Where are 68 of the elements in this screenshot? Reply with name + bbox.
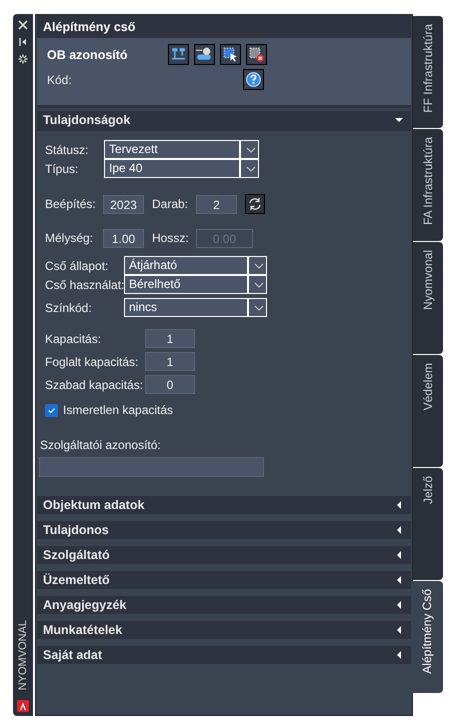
panel-title: Alépítmény cső [37,16,411,38]
section-header[interactable]: Tulajdonos [37,521,411,539]
ob-label: OB azonosító [47,48,129,62]
expand-arrow-icon[interactable] [395,501,403,509]
field-label: Típus: [45,162,80,176]
section-header[interactable]: Munkatételek [37,621,411,639]
expand-arrow-icon[interactable] [395,551,403,559]
chevron-down-icon[interactable] [246,146,256,152]
field-label: Státusz: [45,142,90,156]
side-tab[interactable]: Nyomvonal [413,242,443,354]
field-label: Cső állapot: [45,258,110,272]
close-icon[interactable] [18,20,28,30]
field-label: Beépítés: [45,197,97,211]
section-header[interactable]: Szolgáltató [37,546,411,564]
checkbox[interactable] [45,404,58,416]
clear-selection-icon[interactable] [246,44,267,65]
side-tab[interactable]: Alépítmény Cső [411,581,443,693]
number-field[interactable]: 2023 [103,194,144,214]
section-header[interactable]: Objektum adatok [37,496,411,514]
chevron-down-icon[interactable] [254,282,264,288]
section-header[interactable]: Saját adat [37,646,411,664]
number-field[interactable]: 2 [196,194,237,214]
chevron-down-icon[interactable] [254,304,264,310]
side-tab[interactable]: FF Infrastruktúra [413,16,443,128]
settings-icon[interactable] [18,54,28,64]
dropdown[interactable]: Ipe 40 [104,159,259,178]
field-label: Hossz: [151,231,190,245]
palette-title: NYOMVONAL [17,620,29,690]
field-label: Foglalt kapacitás: [45,354,140,368]
number-field[interactable]: 1.00 [103,228,144,248]
field-label: Szabad kapacitás: [45,378,144,392]
expand-arrow-icon[interactable] [395,626,403,634]
pin-icon[interactable] [18,37,28,47]
code-label: Kód: [47,72,73,86]
pipe-pin-icon[interactable] [194,44,215,65]
side-tab[interactable]: Jelző [413,468,443,580]
dropdown[interactable]: Bérelhető [124,275,267,294]
side-tab[interactable]: FA Infrastruktúra [413,129,443,241]
side-tab[interactable]: Védelem [413,355,443,467]
dropdown[interactable]: Átjárható [124,256,267,275]
section-header[interactable]: Tulajdonságok [37,111,411,129]
input-field[interactable] [39,457,264,477]
number-field[interactable]: 0 [145,375,195,394]
app-logo-icon[interactable] [17,700,29,712]
field-label: Cső használat: [45,278,124,292]
number-field[interactable]: 1 [145,329,195,348]
refresh-icon[interactable] [245,194,265,214]
expand-arrow-icon[interactable] [395,576,403,584]
dropdown[interactable]: Tervezett [104,140,259,159]
field-label: Szolgáltatói azonosító: [40,438,162,452]
checkbox-label: Ismeretlen kapacitás [63,403,174,417]
field-label: Kapacitás: [45,332,102,346]
chevron-down-icon[interactable] [246,166,256,172]
chevron-down-icon[interactable] [254,262,264,268]
expand-arrow-icon[interactable] [395,526,403,534]
field-label: Mélység: [45,231,94,245]
collapse-arrow-icon[interactable] [395,116,403,124]
field-label: Darab: [151,197,190,211]
number-field[interactable]: 1 [145,352,195,371]
dropdown[interactable]: nincs [124,298,267,317]
select-cursor-icon[interactable] [220,44,241,65]
section-header[interactable]: Üzemeltető [37,571,411,589]
help-icon[interactable] [243,69,264,90]
expand-arrow-icon[interactable] [395,651,403,659]
section-header[interactable]: Anyagjegyzék [37,596,411,614]
network-icon[interactable] [168,44,189,65]
expand-arrow-icon[interactable] [395,601,403,609]
field-label: Színkód: [45,300,93,314]
